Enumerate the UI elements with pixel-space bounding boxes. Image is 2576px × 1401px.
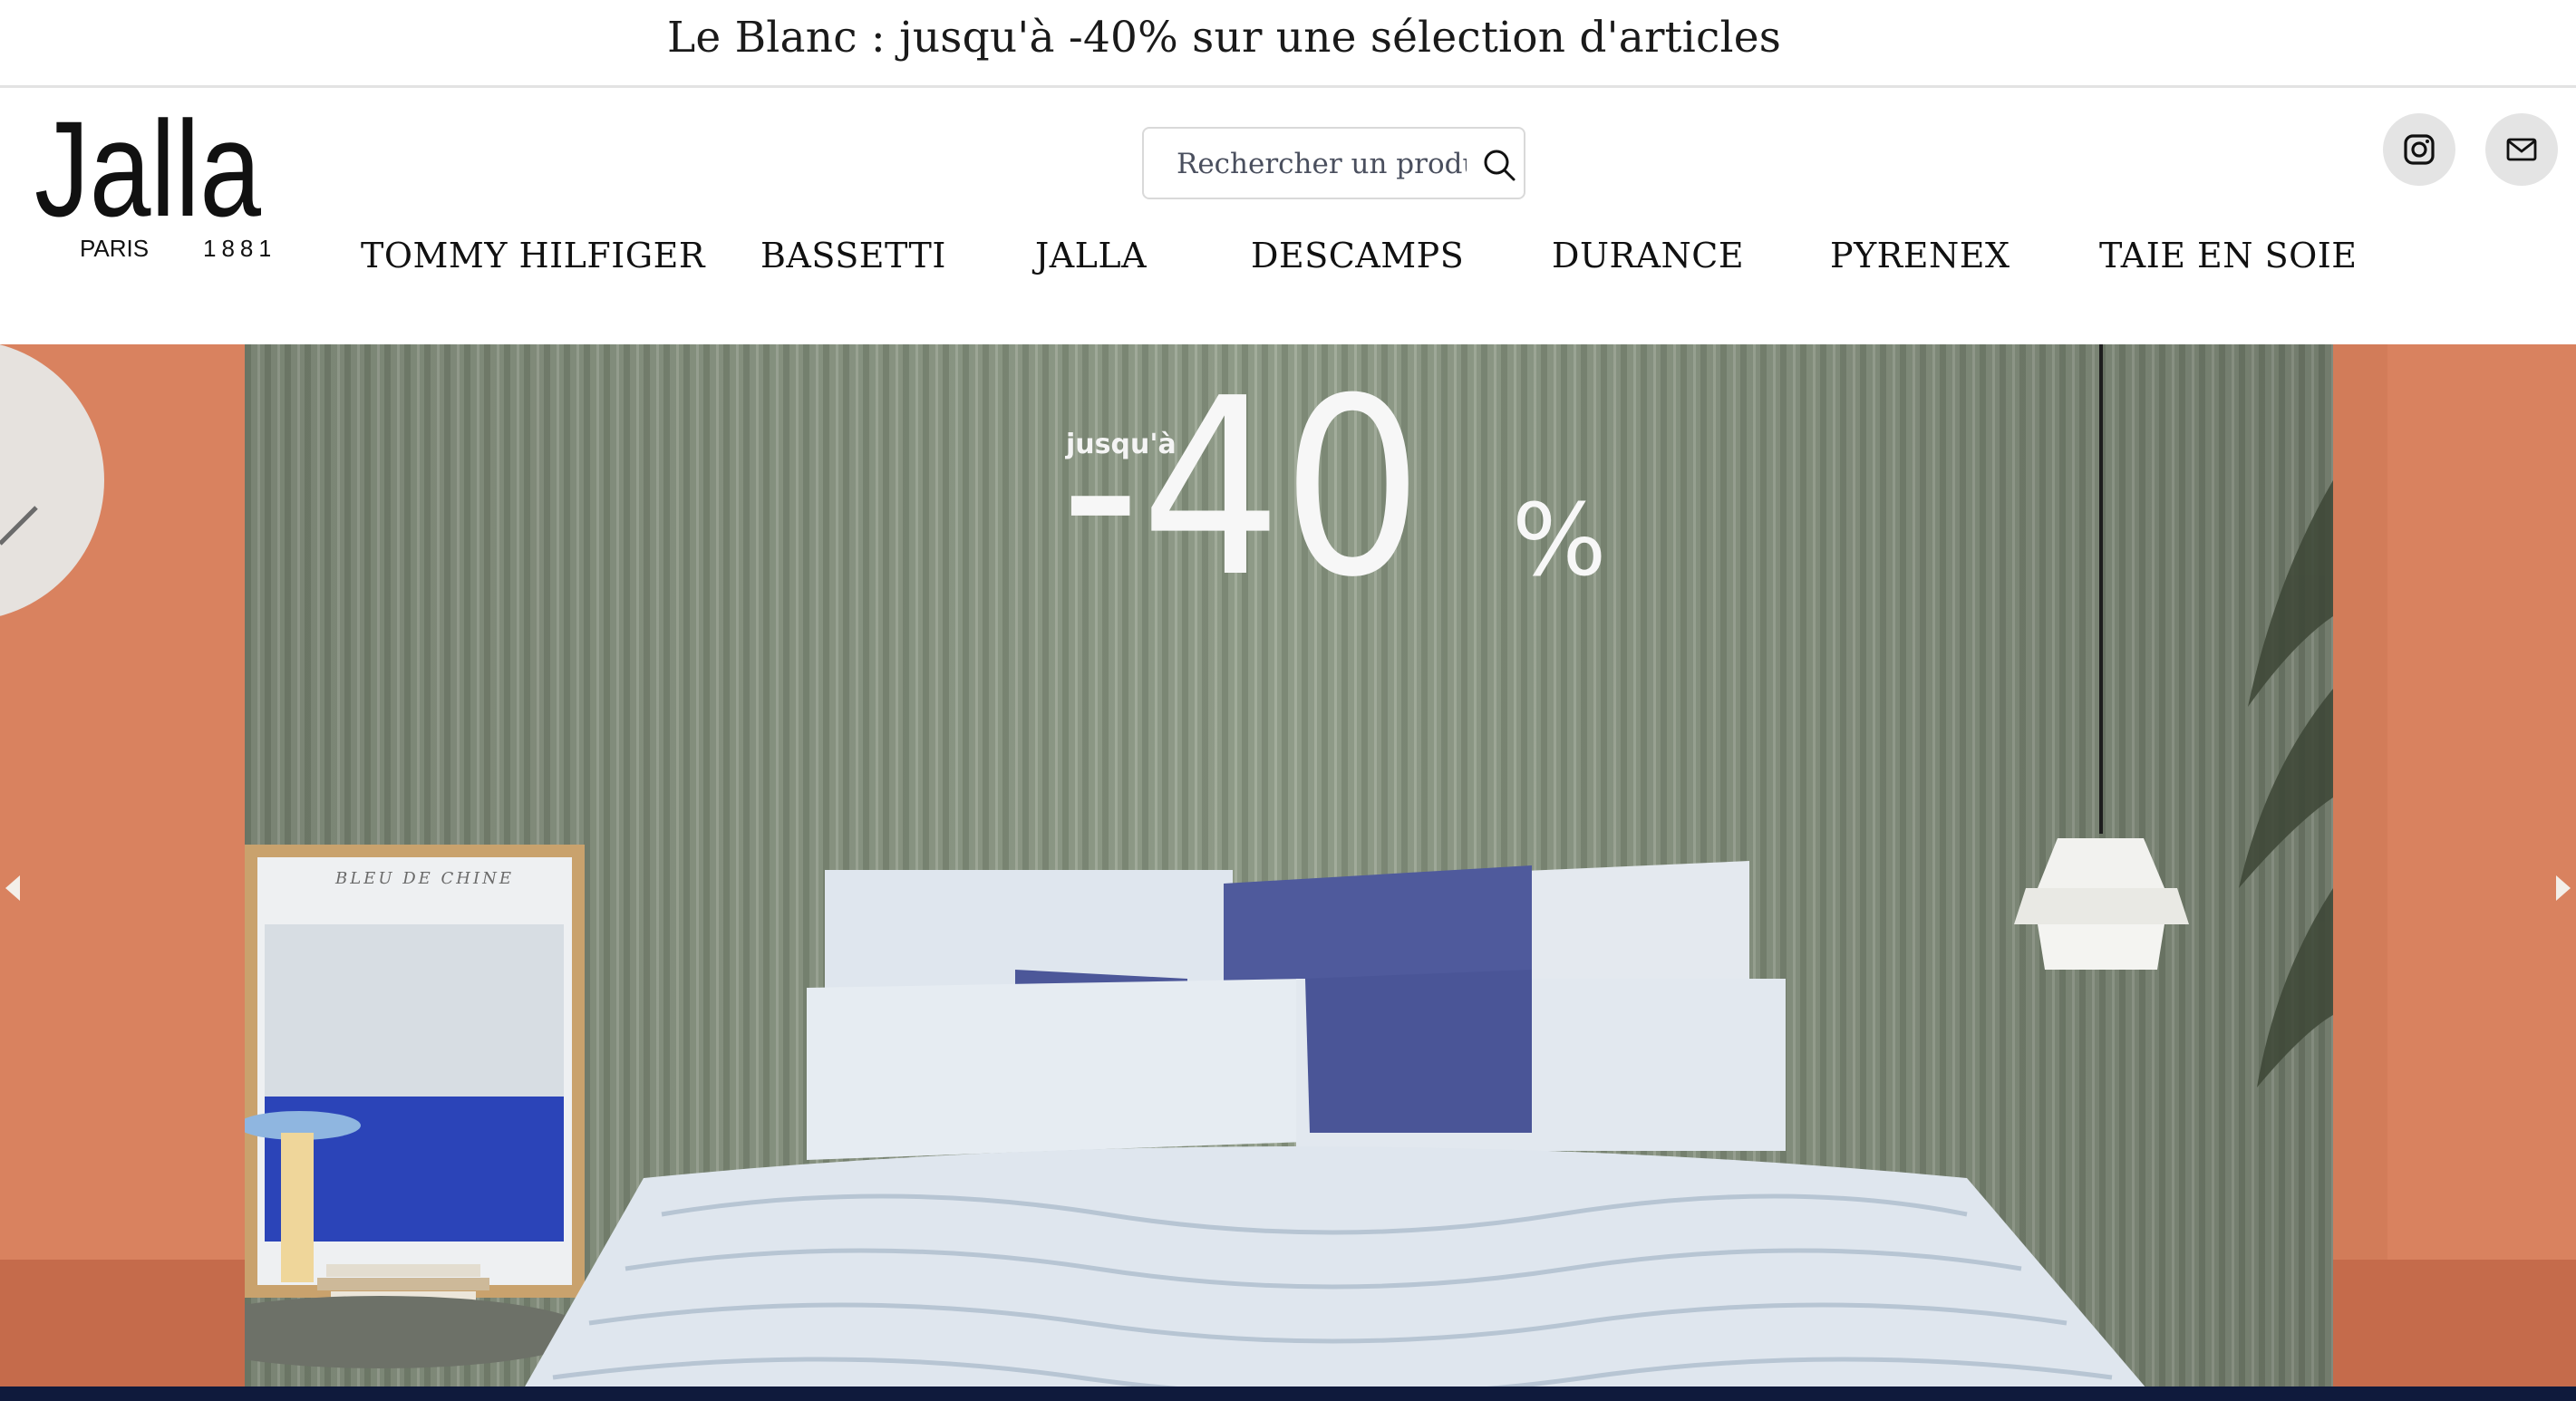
nav-item-tommy-hilfiger[interactable]: TOMMY HILFIGER [361,236,705,275]
mail-icon [2506,138,2537,161]
nav-item-bassetti[interactable]: BASSETTI [760,236,946,275]
nav-item-taie-en-soie[interactable]: TAIE EN SOIE [2099,236,2358,275]
promo-value: -40 [1060,345,1423,631]
announcement-bar: Le Blanc : jusqu'à -40% sur une sélectio… [0,0,2576,88]
chevron-right-icon [2556,875,2571,901]
hero-slide-main[interactable]: jusqu'à -40 % BLEU DE CHINE [245,344,2333,1401]
main-nav: TOMMY HILFIGER BASSETTI JALLA DESCAMPS D… [0,236,2576,299]
instagram-button[interactable] [2383,113,2455,186]
promo-unit: % [1512,482,1607,598]
poster-title: BLEU DE CHINE [334,869,514,888]
nav-item-pyrenex[interactable]: PYRENEX [1830,236,2010,275]
nav-item-jalla[interactable]: JALLA [1035,236,1147,275]
nav-item-descamps[interactable]: DESCAMPS [1251,236,1464,275]
site-header: Jalla PARIS 1881 TOMMY HILFIGER BASSETT [0,91,2576,344]
search-icon[interactable] [1481,147,1517,183]
carousel-prev-button[interactable] [2,870,29,906]
previous-slide-peek[interactable] [0,344,245,1401]
mail-button[interactable] [2485,113,2558,186]
search-box [1142,127,1525,199]
announcement-text[interactable]: Le Blanc : jusqu'à -40% sur une sélectio… [667,13,1781,63]
hero-carousel: jusqu'à -40 % BLEU DE CHINE [0,344,2576,1401]
hero-image: jusqu'à -40 % BLEU DE CHINE [245,344,2333,1401]
logo-wordmark: Jalla [34,107,261,245]
next-slide-peek[interactable] [2333,344,2576,1401]
bottom-dark-strip [0,1387,2576,1401]
instagram-icon [2404,134,2435,165]
search-input[interactable] [1177,141,1467,187]
nav-item-durance[interactable]: DURANCE [1552,236,1744,275]
carousel-next-button[interactable] [2547,870,2574,906]
chevron-left-icon [5,875,20,901]
